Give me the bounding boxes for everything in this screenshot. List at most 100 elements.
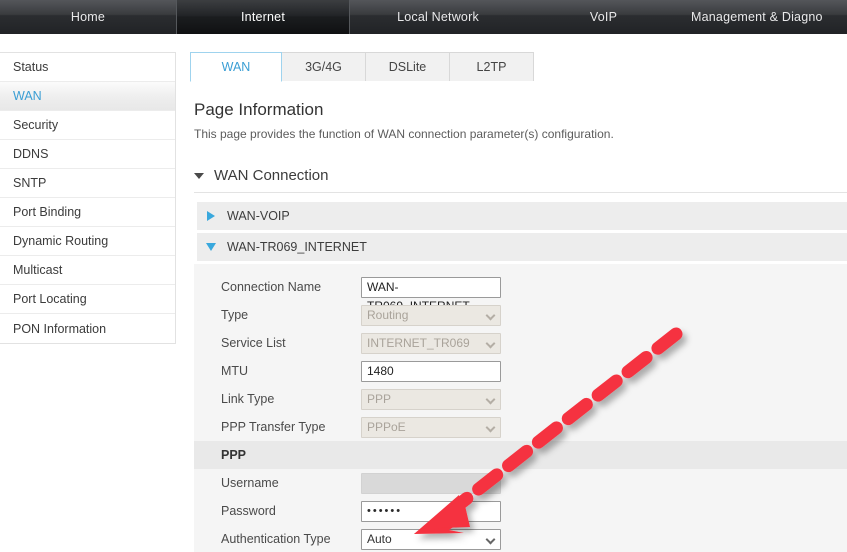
field-label: Type bbox=[221, 308, 249, 322]
nav-item-internet[interactable]: Internet bbox=[176, 0, 350, 34]
nav-item-label: Home bbox=[70, 10, 106, 24]
select-value: Auto bbox=[367, 531, 392, 546]
nav-item-label: Internet bbox=[241, 10, 285, 24]
password-input[interactable]: •••••• bbox=[361, 500, 501, 522]
service-list-select[interactable]: INTERNET_TR069 bbox=[361, 332, 501, 354]
sidebar-item-security[interactable]: Security bbox=[0, 111, 175, 140]
page-title: Page Information bbox=[194, 100, 324, 119]
nav-item-management-diagnosis[interactable]: Management & Diagno bbox=[681, 0, 847, 34]
connection-name-input[interactable]: WAN-TR069_INTERNET bbox=[361, 276, 501, 313]
sidebar-item-dynamic-routing[interactable]: Dynamic Routing bbox=[0, 227, 175, 256]
nav-item-label: Local Network bbox=[397, 10, 479, 24]
nav-item-local-network[interactable]: Local Network bbox=[350, 0, 526, 34]
sidebar-item-sntp[interactable]: SNTP bbox=[0, 169, 175, 198]
nav-item-voip[interactable]: VoIP bbox=[526, 0, 681, 34]
select-value: Routing bbox=[367, 307, 409, 322]
section-title: WAN Connection bbox=[214, 167, 329, 184]
field-label: Authentication Type bbox=[221, 532, 331, 546]
field-control: Routing bbox=[361, 304, 501, 326]
page-description: This page provides the function of WAN c… bbox=[194, 127, 614, 141]
tab-label: 3G/4G bbox=[305, 60, 342, 74]
nav-item-label: VoIP bbox=[589, 10, 618, 24]
main-content: Page Information This page provides the … bbox=[194, 100, 847, 552]
sidebar-item-label: Status bbox=[13, 60, 49, 74]
sidebar-item-status[interactable]: Status bbox=[0, 53, 175, 82]
field-label: Service List bbox=[221, 336, 286, 350]
sidebar-item-label: WAN bbox=[13, 89, 42, 103]
top-navigation-bar: Home Internet Local Network VoIP Managem… bbox=[0, 0, 847, 34]
field-label: Link Type bbox=[221, 392, 275, 406]
sidebar-item-multicast[interactable]: Multicast bbox=[0, 256, 175, 285]
caret-down-icon bbox=[194, 172, 204, 179]
mtu-input[interactable]: 1480 bbox=[361, 360, 501, 382]
field-label: PPP Transfer Type bbox=[221, 420, 326, 434]
field-control: •••••• bbox=[361, 500, 501, 522]
nav-item-label: Management & Diagno bbox=[691, 10, 823, 24]
field-control: INTERNET_TR069 bbox=[361, 332, 501, 354]
tab-underline bbox=[190, 81, 847, 82]
wan-connection-panel: WAN-VOIP WAN-TR069_INTERNET Connection N… bbox=[194, 202, 847, 552]
sidebar-item-pon-information[interactable]: PON Information bbox=[0, 314, 175, 343]
select-value: PPP bbox=[367, 391, 392, 406]
field-label: Username bbox=[221, 476, 279, 490]
chevron-down-icon bbox=[485, 534, 496, 544]
chevron-down-icon bbox=[485, 338, 496, 348]
username-input[interactable] bbox=[361, 472, 501, 494]
accordion-label: WAN-TR069_INTERNET bbox=[227, 240, 367, 254]
field-label: Connection Name bbox=[221, 280, 322, 294]
section-header-wan-connection[interactable]: WAN Connection bbox=[194, 167, 847, 193]
section-label: PPP bbox=[221, 448, 247, 462]
router-admin-page: Home Internet Local Network VoIP Managem… bbox=[0, 0, 847, 552]
link-type-select[interactable]: PPP bbox=[361, 388, 501, 410]
triangle-right-icon bbox=[207, 211, 215, 221]
select-value: PPPoE bbox=[367, 419, 406, 434]
sidebar-item-port-locating[interactable]: Port Locating bbox=[0, 285, 175, 314]
accordion-wan-voip[interactable]: WAN-VOIP bbox=[194, 202, 847, 230]
accordion-wan-tr069-internet[interactable]: WAN-TR069_INTERNET bbox=[194, 233, 847, 261]
sidebar-item-label: Multicast bbox=[13, 263, 63, 277]
sidebar-item-label: DDNS bbox=[13, 147, 49, 161]
form-row-connection-name: Connection Name WAN-TR069_INTERNET bbox=[194, 273, 847, 313]
tab-wan[interactable]: WAN bbox=[190, 52, 282, 82]
tab-dslite[interactable]: DSLite bbox=[366, 52, 450, 82]
chevron-down-icon bbox=[485, 310, 496, 320]
field-control: 1480 bbox=[361, 360, 501, 382]
sidebar-item-ddns[interactable]: DDNS bbox=[0, 140, 175, 169]
sidebar-item-port-binding[interactable]: Port Binding bbox=[0, 198, 175, 227]
form-section-heading-ppp: PPP bbox=[194, 441, 847, 469]
field-control: WAN-TR069_INTERNET bbox=[361, 276, 501, 313]
tab-3g4g[interactable]: 3G/4G bbox=[282, 52, 366, 82]
chevron-down-icon bbox=[485, 394, 496, 404]
form-row-type: Type Routing bbox=[194, 301, 847, 329]
tab-label: WAN bbox=[221, 60, 251, 74]
form-row-username: Username bbox=[194, 469, 847, 497]
sidebar-item-label: PON Information bbox=[13, 321, 107, 336]
sidebar-item-label: Port Binding bbox=[13, 205, 82, 219]
authentication-type-select[interactable]: Auto bbox=[361, 528, 501, 550]
field-label: MTU bbox=[221, 364, 249, 378]
form-row-service-list: Service List INTERNET_TR069 bbox=[194, 329, 847, 357]
wan-form: Connection Name WAN-TR069_INTERNET Type … bbox=[194, 264, 847, 552]
sidebar-item-label: Port Locating bbox=[13, 292, 87, 306]
triangle-down-icon bbox=[206, 243, 216, 251]
form-row-password: Password •••••• bbox=[194, 497, 847, 525]
ppp-transfer-type-select[interactable]: PPPoE bbox=[361, 416, 501, 438]
sidebar-item-label: SNTP bbox=[13, 176, 47, 190]
field-label: Password bbox=[221, 504, 276, 518]
sidebar-item-label: Dynamic Routing bbox=[13, 234, 109, 248]
field-control: PPPoE bbox=[361, 416, 501, 438]
nav-item-home[interactable]: Home bbox=[0, 0, 176, 34]
field-control: PPP bbox=[361, 388, 501, 410]
select-value: INTERNET_TR069 bbox=[367, 335, 470, 350]
tab-l2tp[interactable]: L2TP bbox=[450, 52, 534, 82]
type-select[interactable]: Routing bbox=[361, 304, 501, 326]
field-control bbox=[361, 472, 501, 494]
form-row-mtu: MTU 1480 bbox=[194, 357, 847, 385]
chevron-down-icon bbox=[485, 422, 496, 432]
form-row-link-type: Link Type PPP bbox=[194, 385, 847, 413]
sidebar-item-label: Security bbox=[13, 118, 59, 132]
sidebar: Status WAN Security DDNS SNTP Port Bindi… bbox=[0, 52, 176, 344]
form-row-ppp-transfer-type: PPP Transfer Type PPPoE bbox=[194, 413, 847, 441]
form-row-authentication-type: Authentication Type Auto bbox=[194, 525, 847, 552]
sidebar-item-wan[interactable]: WAN bbox=[0, 82, 175, 111]
